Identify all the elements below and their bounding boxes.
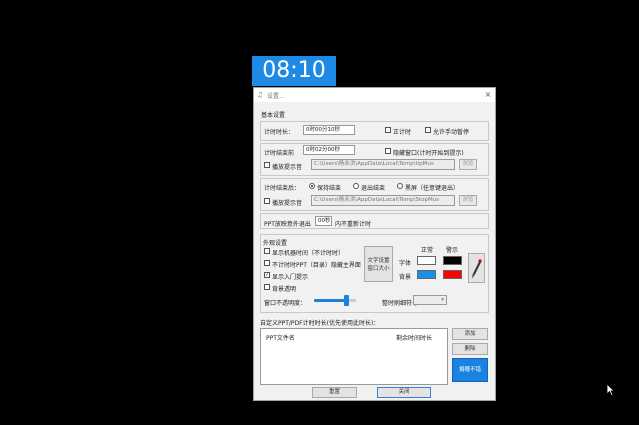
reset-button[interactable]: 重置 (312, 387, 357, 398)
duration-column-header: 剩余时间时长 (396, 335, 433, 342)
normal-column-label: 正常 (421, 247, 434, 254)
allow-pause-checkbox[interactable] (425, 127, 431, 133)
play-sound-checkbox-2[interactable] (264, 198, 270, 204)
show-machine-time-label: 显示机器时间（不计时时） (272, 250, 345, 257)
browse-button-2[interactable]: 浏览 (459, 195, 477, 206)
pen-icon (471, 259, 482, 279)
ppt-exit-suffix: 内不重新计时 (335, 221, 372, 228)
transparent-bg-checkbox[interactable] (264, 284, 270, 290)
file-name-column-header: PPT文件名 (266, 335, 295, 342)
hide-window-label: 隐藏窗口(计时开始到提示) (393, 150, 464, 157)
play-sound-label-1: 播放提示音 (272, 164, 303, 171)
ppt-exit-label: PPT放映意外退出 (264, 221, 311, 228)
time-separator-select[interactable]: ▾ (413, 295, 447, 305)
sound-path-input-2[interactable]: C:\Users\杨永洪\AppData\Local\Temp\StopMus (311, 195, 455, 206)
show-entry-tip-checkbox[interactable]: ✓ (264, 272, 270, 278)
end-before-label: 计时结束前 (264, 150, 295, 157)
basic-settings-label: 基本设置 (261, 112, 286, 119)
custom-duration-list[interactable]: PPT文件名 剩余时间时长 (260, 328, 448, 385)
allow-pause-label: 允许手动暂停 (433, 129, 470, 136)
duration-input[interactable]: 0时00分10秒 (303, 125, 355, 135)
bg-row-label: 背景 (399, 274, 412, 281)
black-screen-label: 黑屏（任意键退出） (405, 185, 460, 192)
keep-end-label: 保持结束 (317, 185, 342, 192)
hide-window-checkbox[interactable] (385, 148, 391, 154)
delete-button[interactable]: 删除 (452, 343, 488, 355)
chevron-down-icon: ▾ (441, 297, 444, 303)
exit-end-radio[interactable] (353, 183, 359, 189)
appearance-label: 外观设置 (263, 240, 288, 247)
opacity-slider[interactable] (314, 295, 356, 307)
settings-window: ♫ 设置... × 基本设置 计时时长： 0时00分10秒 正计时 允许手动暂停… (253, 87, 496, 401)
font-warn-swatch[interactable] (443, 256, 462, 265)
opacity-label: 窗口不透明度： (264, 300, 307, 307)
end-before-input[interactable]: 0时02分00秒 (303, 145, 355, 155)
play-sound-label-2: 播放提示音 (272, 200, 303, 207)
after-end-label: 计时结束后： (264, 185, 301, 192)
donate-button[interactable]: 捐赠不错 (452, 358, 488, 382)
black-screen-radio[interactable] (397, 183, 403, 189)
ppt-exit-input[interactable]: 00秒 (315, 216, 332, 226)
hide-main-label: 不计时时PPT（目录）隐藏主界面 (272, 262, 361, 269)
custom-duration-label: 自定义PPT/PDF计时时长(优先使用此时长)： (260, 320, 380, 327)
keep-end-radio[interactable] (309, 183, 315, 189)
text-size-button[interactable]: 文字设置 窗口大小 (364, 246, 393, 282)
bg-normal-swatch[interactable] (417, 270, 436, 279)
warn-column-label: 警示 (446, 247, 459, 254)
show-entry-tip-label: 显示入门提示 (272, 274, 309, 281)
font-normal-swatch[interactable] (417, 256, 436, 265)
hide-main-checkbox[interactable] (264, 260, 270, 266)
show-machine-time-checkbox[interactable] (264, 248, 270, 254)
font-row-label: 字体 (399, 260, 412, 267)
browse-button-1[interactable]: 浏览 (459, 159, 477, 170)
play-sound-checkbox-1[interactable] (264, 162, 270, 168)
countup-label: 正计时 (393, 129, 412, 136)
window-title: 设置... (267, 93, 285, 100)
close-button[interactable]: 关闭 (377, 387, 431, 398)
transparent-bg-label: 背景透明 (272, 286, 297, 293)
countup-checkbox[interactable] (385, 127, 391, 133)
color-picker-button[interactable] (468, 253, 485, 283)
mouse-cursor-icon (606, 383, 615, 396)
duration-label: 计时时长： (264, 129, 295, 136)
bg-warn-swatch[interactable] (443, 270, 462, 279)
add-button[interactable]: 添加 (452, 328, 488, 340)
countdown-timer-display: 08:10 (252, 56, 336, 86)
exit-end-label: 退出结束 (361, 185, 386, 192)
close-icon[interactable]: × (483, 89, 493, 101)
app-icon: ♫ (257, 91, 264, 99)
title-bar: ♫ 设置... × (254, 88, 495, 102)
sound-path-input-1[interactable]: C:\Users\杨永洪\AppData\Local\Temp\tipMus (311, 159, 455, 170)
